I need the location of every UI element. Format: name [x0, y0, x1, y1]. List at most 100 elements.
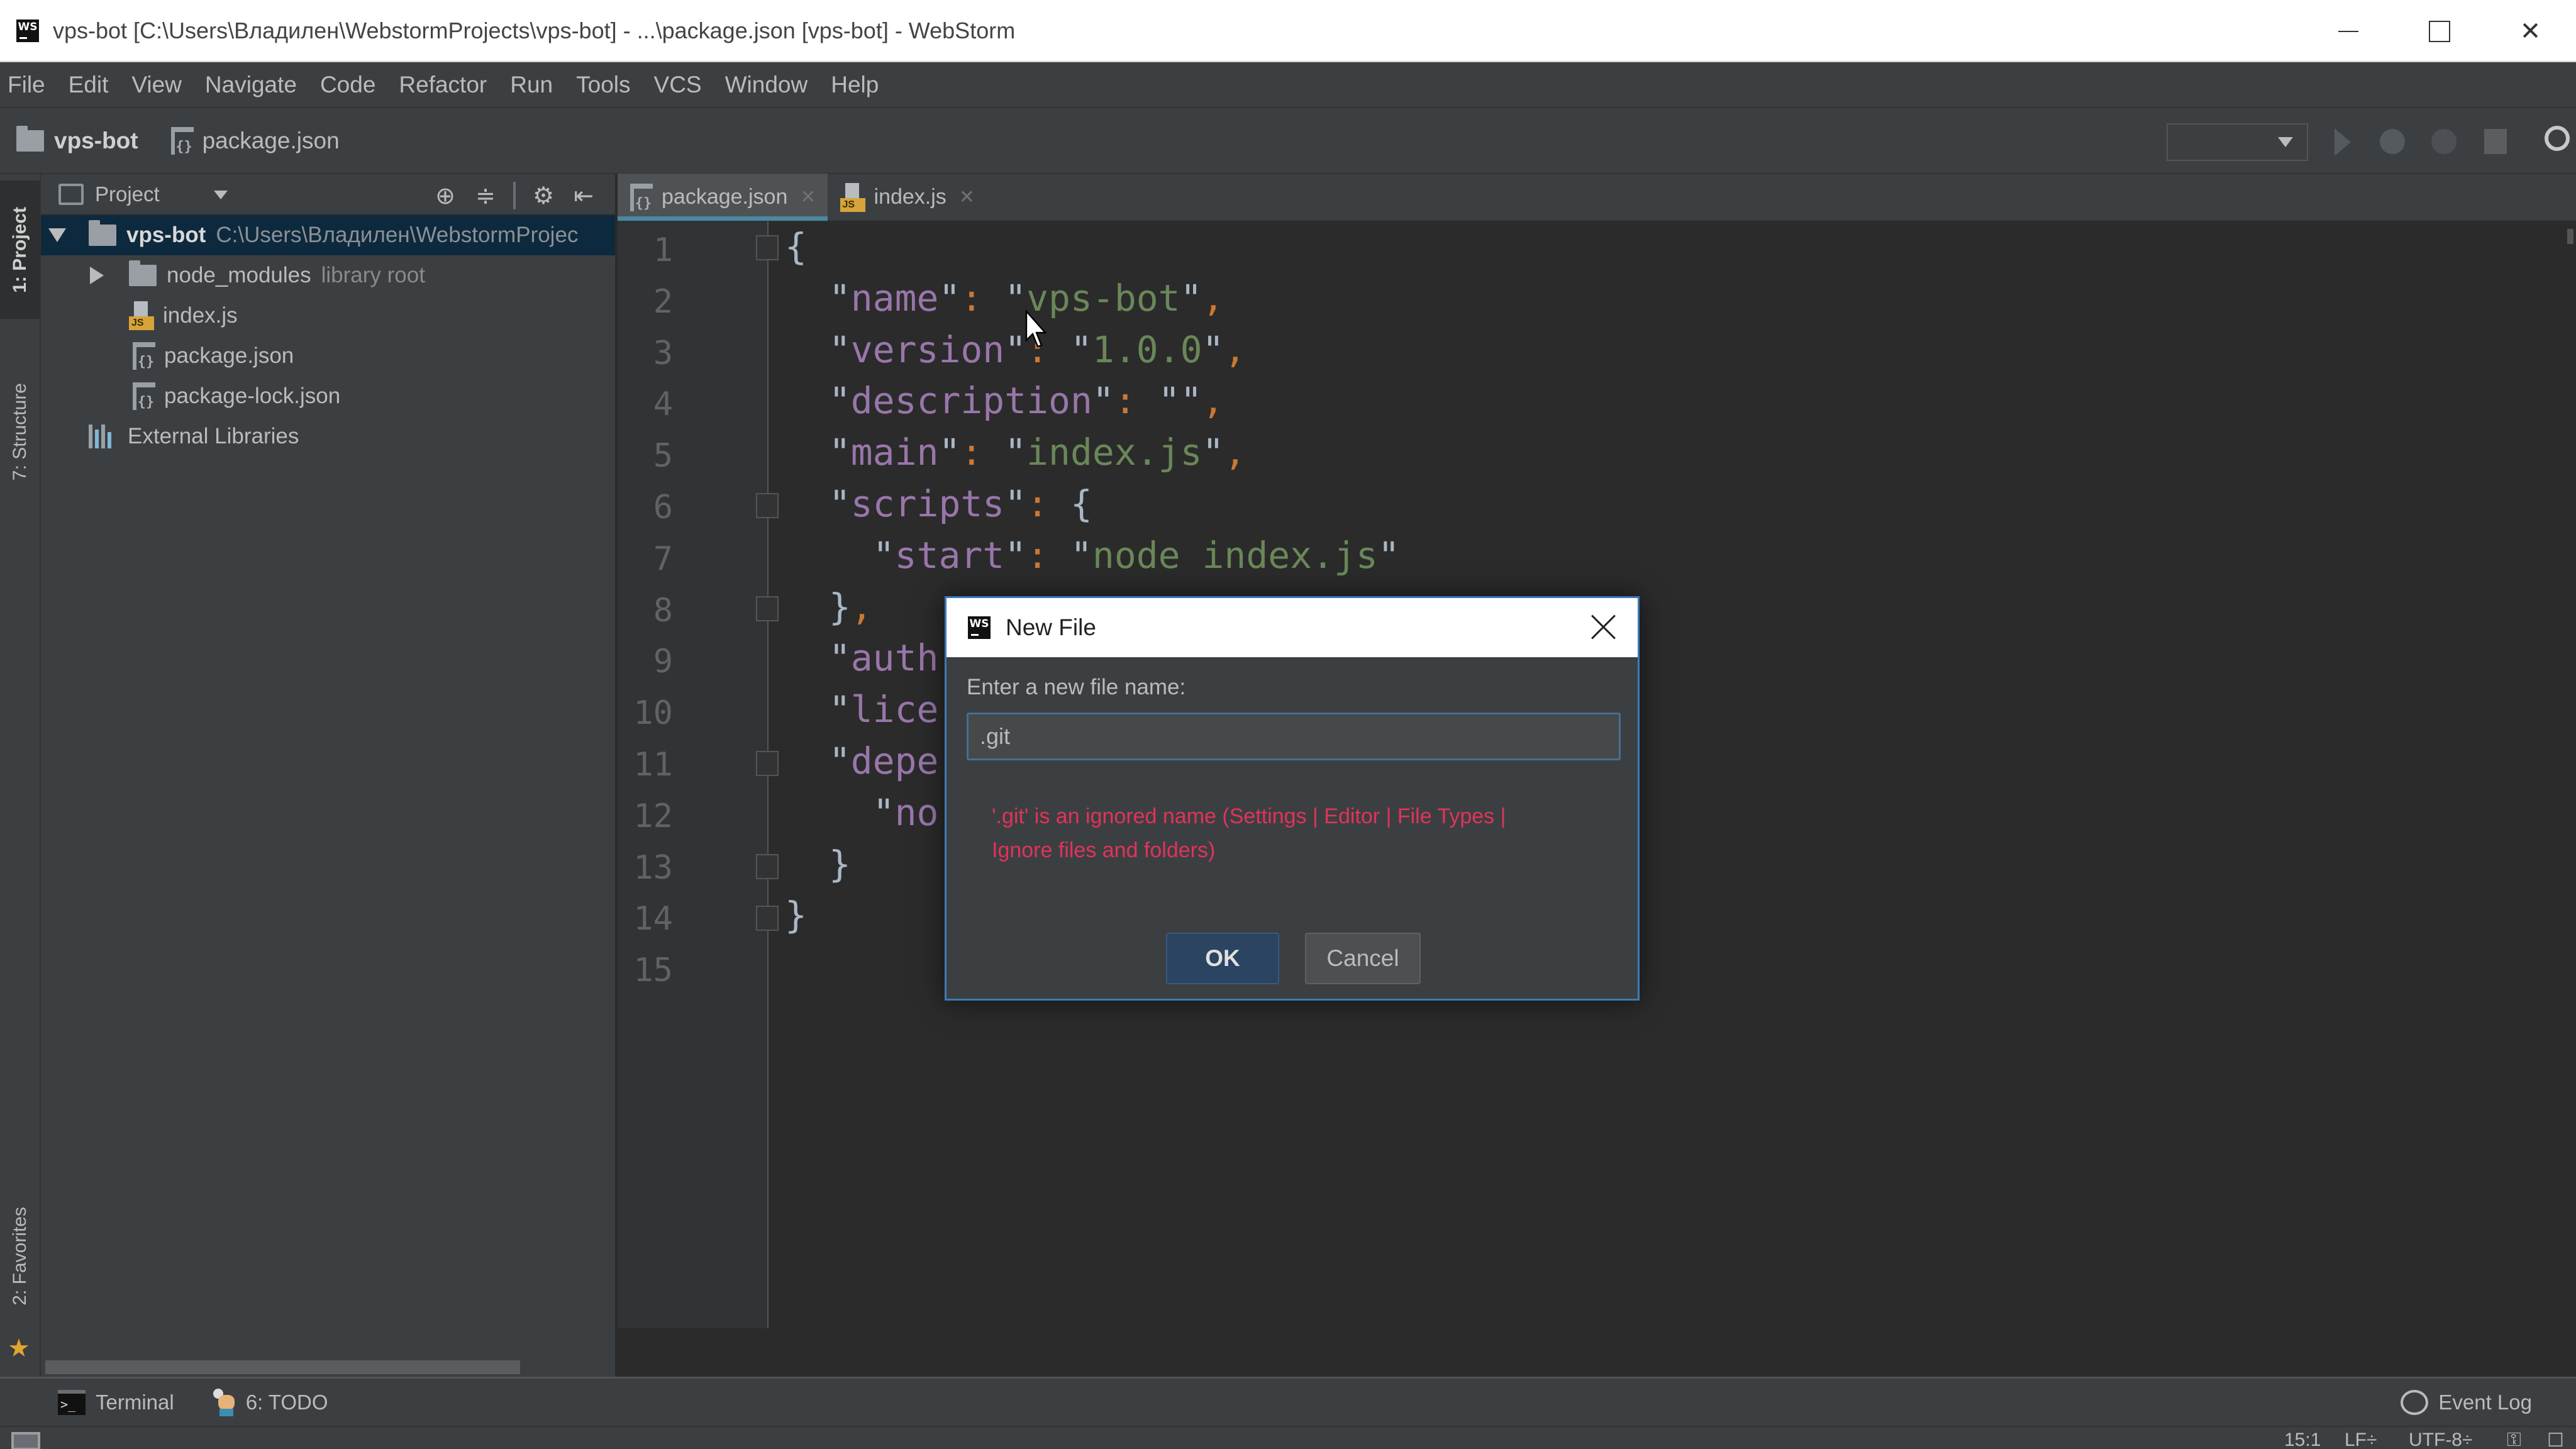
- menu-view[interactable]: View: [131, 72, 182, 98]
- search-everywhere-icon[interactable]: [2545, 126, 2570, 151]
- menu-run[interactable]: Run: [510, 72, 553, 98]
- file-name-input[interactable]: [967, 713, 1621, 760]
- code-line: }: [785, 842, 851, 886]
- tree-item-path: C:\Users\Владилен\WebstormProjec: [216, 223, 579, 247]
- coverage-icon[interactable]: [2431, 129, 2457, 154]
- menu-tools[interactable]: Tools: [576, 72, 630, 98]
- menu-file[interactable]: File: [8, 72, 45, 98]
- todo-icon: [213, 1388, 238, 1416]
- fold-marker-icon[interactable]: [756, 493, 779, 518]
- tree-item-label: index.js: [163, 303, 238, 328]
- chevron-down-icon[interactable]: [214, 191, 228, 199]
- code-line: "main": "index.js",: [828, 431, 1246, 474]
- minimize-button[interactable]: [2302, 0, 2394, 62]
- json-file-icon: {}: [133, 382, 155, 410]
- code-line: "depe: [828, 740, 939, 782]
- collapse-all-icon[interactable]: ≑: [473, 183, 498, 208]
- project-panel-scrollbar[interactable]: [45, 1360, 520, 1374]
- tree-item-label: package.json: [164, 343, 294, 368]
- line-number: 8: [653, 591, 673, 630]
- toggle-tool-windows-icon[interactable]: [11, 1432, 40, 1449]
- tab-package-json[interactable]: {} package.json ✕: [618, 174, 828, 221]
- chevron-down-icon: [2278, 137, 2293, 147]
- project-view-selector[interactable]: Project: [95, 182, 160, 206]
- menu-window[interactable]: Window: [725, 72, 808, 98]
- line-number: 13: [633, 848, 673, 887]
- gear-icon[interactable]: ⚙: [531, 183, 556, 208]
- line-number: 3: [653, 334, 673, 372]
- tree-item-package-json[interactable]: {} package.json: [41, 336, 615, 376]
- menu-refactor[interactable]: Refactor: [399, 72, 487, 98]
- lock-icon[interactable]: ⚿: [2507, 1430, 2521, 1449]
- run-icon[interactable]: [2334, 128, 2351, 156]
- cancel-button[interactable]: Cancel: [1305, 933, 1421, 984]
- code-line: "version": "1.0.0",: [828, 328, 1246, 371]
- tool-window-project[interactable]: 1: Project: [0, 180, 40, 319]
- fold-marker-icon[interactable]: [756, 596, 779, 621]
- menu-code[interactable]: Code: [320, 72, 375, 98]
- project-panel: Project ⊕ ≑ ⚙ ⇤ vps-bot C:\Users\Владиле…: [41, 174, 616, 1377]
- tree-item-label: node_modules: [167, 263, 311, 287]
- line-number: 6: [653, 489, 673, 526]
- bottom-tool-bar: >_ Terminal 6: TODO Event Log: [0, 1377, 2576, 1426]
- file-encoding[interactable]: UTF-8÷: [2409, 1430, 2472, 1449]
- title-bar: WS vps-bot [C:\Users\Владилен\WebstormPr…: [0, 0, 2576, 62]
- breadcrumb-file-label: package.json: [202, 127, 340, 153]
- folder-icon: [16, 125, 44, 152]
- ok-button[interactable]: OK: [1166, 933, 1279, 984]
- dialog-close-button[interactable]: [1587, 611, 1620, 643]
- tool-window-terminal[interactable]: >_ Terminal: [58, 1389, 174, 1415]
- line-number: 14: [633, 900, 673, 938]
- tool-window-structure[interactable]: 7: Structure: [0, 350, 40, 514]
- menu-edit[interactable]: Edit: [69, 72, 109, 98]
- speech-bubble-icon: [2401, 1389, 2429, 1415]
- line-separator[interactable]: LF÷: [2345, 1430, 2377, 1449]
- tool-window-event-log[interactable]: Event Log: [2401, 1389, 2532, 1415]
- menu-navigate[interactable]: Navigate: [205, 72, 297, 98]
- fold-marker-icon[interactable]: [756, 235, 779, 260]
- fold-marker-icon[interactable]: [756, 854, 779, 879]
- menu-help[interactable]: Help: [831, 72, 879, 98]
- tree-item-package-lock-json[interactable]: {} package-lock.json: [41, 376, 615, 416]
- tool-window-todo[interactable]: 6: TODO: [213, 1388, 328, 1416]
- run-configuration-dropdown[interactable]: [2167, 123, 2308, 161]
- validation-error-message: '.git' is an ignored name (Settings | Ed…: [992, 804, 1506, 862]
- tree-item-vps-bot[interactable]: vps-bot C:\Users\Владилен\WebstormProjec: [41, 215, 615, 255]
- menu-vcs[interactable]: VCS: [654, 72, 702, 98]
- line-number: 12: [633, 797, 673, 835]
- maximize-button[interactable]: [2394, 0, 2485, 62]
- editor-scroll-marker[interactable]: [2567, 229, 2573, 244]
- tree-item-external-libraries[interactable]: External Libraries: [41, 416, 615, 457]
- close-window-button[interactable]: ✕: [2485, 0, 2576, 62]
- breadcrumb-project[interactable]: vps-bot: [16, 125, 138, 154]
- tree-item-index-js[interactable]: JS index.js: [41, 296, 615, 336]
- expand-arrow-icon[interactable]: [48, 228, 66, 242]
- tool-window-favorites-label: 2: Favorites: [9, 1206, 30, 1306]
- tool-window-favorites[interactable]: 2: Favorites ★: [0, 1187, 40, 1369]
- scroll-from-source-icon[interactable]: ⊕: [433, 183, 458, 208]
- breadcrumb-file[interactable]: {} package.json: [170, 126, 340, 155]
- tool-window-project-label: 1: Project: [9, 206, 30, 293]
- stop-icon[interactable]: [2484, 129, 2507, 154]
- tool-window-structure-label: 7: Structure: [9, 383, 30, 481]
- caret-position[interactable]: 15:1: [2284, 1430, 2321, 1449]
- tab-label: package.json: [662, 185, 788, 209]
- code-line: "description": "",: [828, 379, 1224, 423]
- code-line: "start": "node index.js": [872, 533, 1400, 577]
- inspector-icon[interactable]: ☐: [2547, 1430, 2564, 1449]
- libraries-icon: [89, 425, 116, 448]
- collapse-arrow-icon[interactable]: [90, 267, 104, 284]
- code-line: "scripts": {: [828, 482, 1092, 525]
- js-file-icon: JS: [129, 301, 154, 330]
- fold-marker-icon[interactable]: [756, 751, 779, 776]
- tab-index-js[interactable]: JS index.js ✕: [828, 174, 986, 221]
- debug-icon[interactable]: [2380, 129, 2405, 154]
- hide-panel-icon[interactable]: ⇤: [571, 183, 596, 208]
- code-line: },: [785, 585, 873, 628]
- code-line: "name": "vps-bot",: [828, 276, 1224, 319]
- tree-item-node-modules[interactable]: node_modules library root: [41, 255, 615, 296]
- close-tab-icon[interactable]: ✕: [959, 186, 975, 208]
- close-tab-icon[interactable]: ✕: [800, 186, 816, 208]
- fold-marker-icon[interactable]: [756, 906, 779, 931]
- todo-label: 6: TODO: [245, 1390, 328, 1414]
